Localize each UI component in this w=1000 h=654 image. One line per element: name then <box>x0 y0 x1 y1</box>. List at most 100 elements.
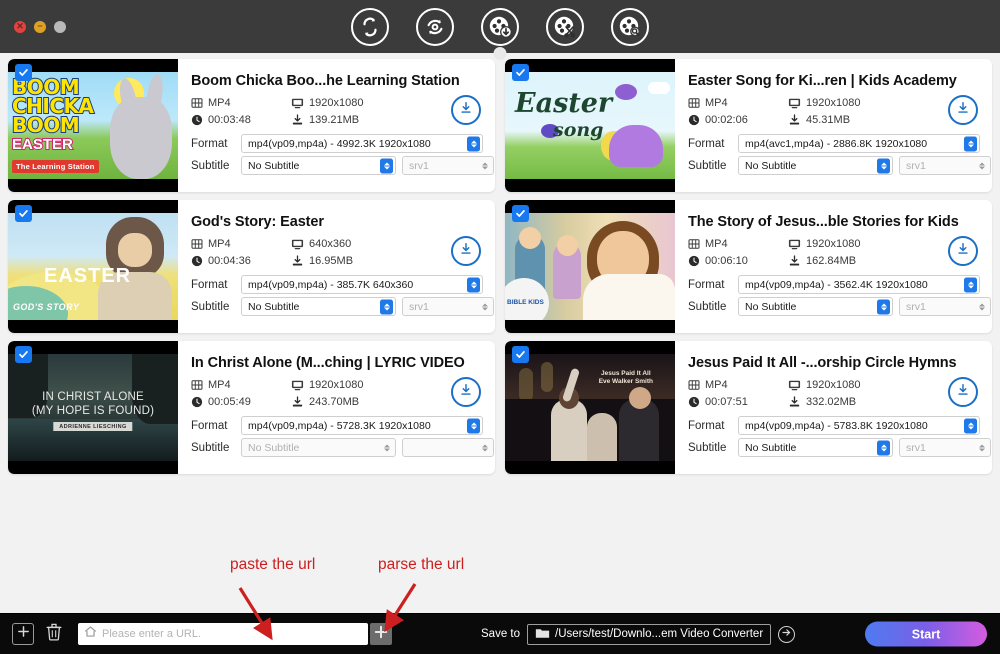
download-button[interactable] <box>948 95 978 125</box>
close-button[interactable]: ✕ <box>14 20 26 33</box>
download-button[interactable] <box>948 236 978 266</box>
compress-tool-button[interactable] <box>416 7 454 46</box>
video-thumbnail[interactable]: Jesus Paid It All Eve Walker Smith <box>505 341 675 474</box>
select-stepper-icon[interactable] <box>975 158 988 173</box>
subtitle-select[interactable]: No Subtitle <box>738 438 893 457</box>
meta-duration: 00:07:51 <box>688 396 788 408</box>
subtitle-language-select[interactable]: srv1 <box>402 156 494 175</box>
select-stepper-icon[interactable] <box>467 277 480 292</box>
format-label: Format <box>688 278 725 291</box>
clock-icon <box>688 114 700 126</box>
subtitle-language-select[interactable]: srv1 <box>899 297 991 316</box>
subtitle-select-value: No Subtitle <box>248 441 300 454</box>
minimize-button[interactable]: − <box>34 20 46 33</box>
thumbnail-artwork: Easter song <box>505 72 675 179</box>
format-select[interactable]: mp4(vp09,mp4a) - 4992.3K 1920x1080 <box>241 134 483 153</box>
video-thumbnail[interactable]: BOOM CHICKA BOOM EASTER The Learning Sta… <box>8 59 178 192</box>
select-stepper-icon[interactable] <box>478 299 491 314</box>
search-tool-button[interactable] <box>611 7 649 46</box>
meta-format: MP4 <box>688 238 788 250</box>
select-stepper-icon[interactable] <box>380 158 393 173</box>
video-info: Boom Chicka Boo...he Learning Station MP… <box>178 59 495 192</box>
select-checkbox[interactable] <box>512 205 529 222</box>
select-checkbox[interactable] <box>15 346 32 363</box>
subtitle-language-select[interactable]: srv1 <box>899 156 991 175</box>
video-card[interactable]: Easter song Easter Song for Ki...ren | K… <box>505 59 992 192</box>
select-stepper-icon[interactable] <box>877 299 890 314</box>
add-button[interactable] <box>12 623 34 645</box>
download-size-icon <box>291 255 304 267</box>
film-icon <box>191 238 203 250</box>
select-stepper-icon[interactable] <box>467 418 480 433</box>
select-stepper-icon[interactable] <box>467 136 480 151</box>
subtitle-language-select[interactable]: srv1 <box>899 438 991 457</box>
video-thumbnail[interactable]: Easter song <box>505 59 675 192</box>
video-card[interactable]: IN CHRIST ALONE (MY HOPE IS FOUND) ADRIEN… <box>8 341 495 474</box>
select-stepper-icon[interactable] <box>877 158 890 173</box>
select-stepper-icon[interactable] <box>975 440 988 455</box>
format-select[interactable]: mp4(avc1,mp4a) - 2886.8K 1920x1080 <box>738 134 980 153</box>
download-button[interactable] <box>451 236 481 266</box>
plus-icon <box>17 625 30 643</box>
video-info: Easter Song for Ki...ren | Kids Academy … <box>675 59 992 192</box>
select-stepper-icon[interactable] <box>964 418 977 433</box>
convert-tool-button[interactable] <box>351 7 389 46</box>
video-card[interactable]: EASTER GOD'S STORY God's Story: Easter M… <box>8 200 495 333</box>
url-input[interactable]: Please enter a URL. <box>78 623 368 645</box>
save-path-field[interactable]: /Users/test/Downlo...em Video Converter <box>527 623 772 645</box>
download-button[interactable] <box>451 377 481 407</box>
meta-size-value: 139.21MB <box>309 114 360 126</box>
video-thumbnail[interactable]: BIBLE KIDS <box>505 200 675 333</box>
download-button[interactable] <box>948 377 978 407</box>
format-select[interactable]: mp4(vp09,mp4a) - 385.7K 640x360 <box>241 275 483 294</box>
download-button[interactable] <box>451 95 481 125</box>
subtitle-language-value: srv1 <box>906 300 926 313</box>
video-card[interactable]: Jesus Paid It All Eve Walker Smith Jesus … <box>505 341 992 474</box>
meta-size-value: 16.95MB <box>309 255 354 267</box>
download-arrow-icon <box>955 382 971 403</box>
download-size-icon <box>291 114 304 126</box>
select-checkbox[interactable] <box>15 64 32 81</box>
delete-button[interactable] <box>43 622 65 646</box>
start-button[interactable]: Start <box>865 621 987 647</box>
thumbnail-artwork: Jesus Paid It All Eve Walker Smith <box>505 354 675 461</box>
thumbnail-artwork: BIBLE KIDS <box>505 213 675 320</box>
format-select[interactable]: mp4(vp09,mp4a) - 5728.3K 1920x1080 <box>241 416 483 435</box>
video-card[interactable]: BIBLE KIDS The Story of Jesus...ble Stor… <box>505 200 992 333</box>
subtitle-select[interactable]: No Subtitle <box>241 156 396 175</box>
title-bar: ✕ − <box>0 0 1000 60</box>
meta-format: MP4 <box>688 379 788 391</box>
select-checkbox[interactable] <box>512 64 529 81</box>
subtitle-select[interactable]: No Subtitle <box>738 297 893 316</box>
select-stepper-icon[interactable] <box>975 299 988 314</box>
format-select[interactable]: mp4(vp09,mp4a) - 5783.8K 1920x1080 <box>738 416 980 435</box>
select-stepper-icon[interactable] <box>478 440 491 455</box>
format-select-value: mp4(avc1,mp4a) - 2886.8K 1920x1080 <box>745 137 928 150</box>
format-select[interactable]: mp4(vp09,mp4a) - 3562.4K 1920x1080 <box>738 275 980 294</box>
zoom-button[interactable] <box>54 20 66 33</box>
select-stepper-icon[interactable] <box>964 136 977 151</box>
download-tool-button[interactable] <box>481 7 519 60</box>
subtitle-language-select[interactable]: srv1 <box>402 297 494 316</box>
select-checkbox[interactable] <box>512 346 529 363</box>
edit-tool-button[interactable] <box>546 7 584 46</box>
select-stepper-icon[interactable] <box>478 158 491 173</box>
plus-icon <box>374 625 388 644</box>
meta-format-value: MP4 <box>208 238 231 250</box>
video-list[interactable]: BOOM CHICKA BOOM EASTER The Learning Sta… <box>0 53 1000 654</box>
meta-duration-value: 00:07:51 <box>705 396 748 408</box>
video-thumbnail[interactable]: IN CHRIST ALONE (MY HOPE IS FOUND) ADRIEN… <box>8 341 178 474</box>
select-stepper-icon[interactable] <box>964 277 977 292</box>
subtitle-select[interactable]: No Subtitle <box>738 156 893 175</box>
subtitle-select[interactable]: No Subtitle <box>241 297 396 316</box>
select-stepper-icon[interactable] <box>380 299 393 314</box>
video-thumbnail[interactable]: EASTER GOD'S STORY <box>8 200 178 333</box>
select-stepper-icon[interactable] <box>877 440 890 455</box>
select-stepper-icon[interactable] <box>380 440 393 455</box>
meta-resolution-value: 1920x1080 <box>806 238 861 250</box>
parse-url-button[interactable] <box>370 623 392 645</box>
open-folder-button[interactable] <box>778 625 796 643</box>
select-checkbox[interactable] <box>15 205 32 222</box>
video-card[interactable]: BOOM CHICKA BOOM EASTER The Learning Sta… <box>8 59 495 192</box>
save-to-label: Save to <box>481 628 520 640</box>
